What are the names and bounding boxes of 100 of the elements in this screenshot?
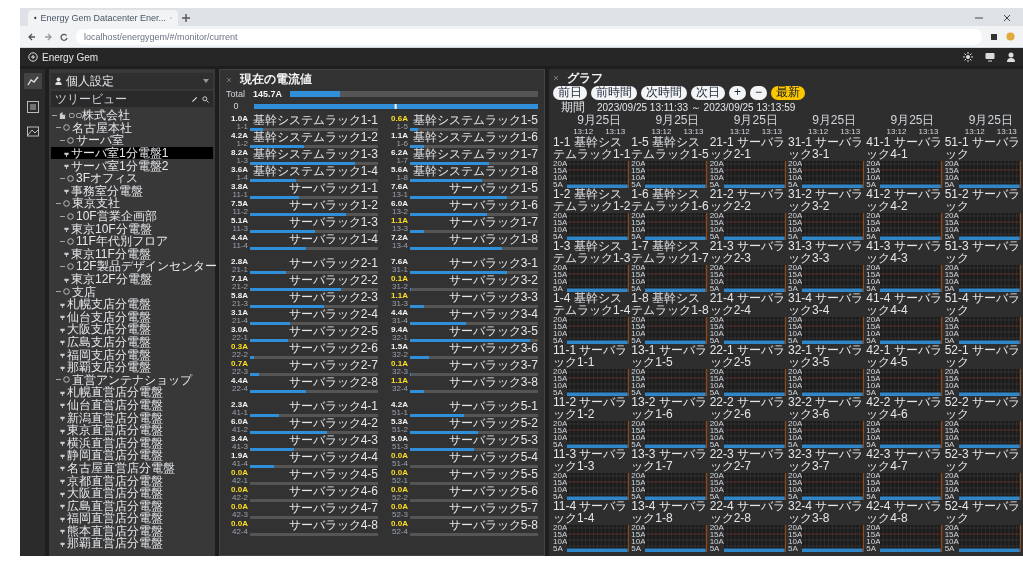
current-value: 1.9A <box>231 451 248 460</box>
tree-item[interactable]: 東京11F分電盤 <box>51 247 213 261</box>
tree-item[interactable]: 東京直営店分電盤 <box>51 423 213 437</box>
tree-item[interactable]: 静岡直営店分電盤 <box>51 449 213 462</box>
new-tab-icon[interactable] <box>182 14 190 22</box>
axis-tick: 5A <box>944 494 956 500</box>
circuit-number: 52-1 <box>392 476 408 485</box>
panel-title: 現在の電流値 <box>240 73 312 86</box>
circuit-name: サーバラック4-5 <box>287 468 378 480</box>
chart-plot <box>567 421 630 448</box>
sun-icon[interactable] <box>963 52 973 62</box>
axis-tick: 10A <box>788 539 802 545</box>
tree-item[interactable]: 事務室分電盤 <box>51 184 213 198</box>
range-button[interactable]: − <box>750 85 768 100</box>
current-value: 7.6A <box>391 182 408 191</box>
plug-icon <box>60 477 65 484</box>
range-button[interactable]: + <box>729 85 746 100</box>
range-button[interactable]: 前時間 <box>591 85 637 100</box>
tree-item[interactable]: 直営アンテナショップ <box>51 373 213 387</box>
tree-item[interactable]: 福岡直営店分電盤 <box>51 512 213 525</box>
address-bar[interactable]: localhost/energygem/#/monitor/current <box>76 28 982 45</box>
axis-tick: 10A <box>866 435 881 441</box>
axis-tick: 20A <box>788 161 802 167</box>
forward-icon[interactable] <box>44 32 52 41</box>
tree-item[interactable]: 東京12F分電盤 <box>51 272 213 286</box>
tree-item[interactable]: 支店 <box>51 285 213 298</box>
axis-tick: 20A <box>631 525 646 531</box>
axis-tick: 10A <box>631 175 646 181</box>
chart-title: 31-3 サーバラック3-3 <box>788 240 865 265</box>
image-icon[interactable] <box>26 125 39 137</box>
monitor-icon[interactable] <box>985 52 995 62</box>
range-button[interactable]: 最新 <box>771 85 806 100</box>
reload-icon[interactable] <box>60 32 68 41</box>
profile-dropdown[interactable]: 個人設定 <box>51 73 213 89</box>
chart-icon[interactable] <box>23 73 42 89</box>
tree-item[interactable]: 仙台直営店分電盤 <box>51 398 213 412</box>
circuit-name: サーバラック3-8 <box>447 376 538 388</box>
circuit-number: 42-1 <box>232 476 248 485</box>
tree-item[interactable]: 3Fオフィス <box>51 171 213 185</box>
current-value: 0.0A <box>391 502 408 511</box>
time-label: 13:12 <box>808 127 829 136</box>
axis-tick: 10A <box>788 331 802 337</box>
axis-tick: 5A <box>788 442 799 448</box>
tree-item[interactable]: 名古屋本社 <box>51 121 213 135</box>
tree-item[interactable]: ○○株式会社 <box>51 109 213 122</box>
tree-item[interactable]: 那覇支店分電盤 <box>51 360 213 374</box>
axis-tick: 10A <box>709 227 724 233</box>
range-button[interactable]: 次日 <box>691 85 725 100</box>
tree-item[interactable]: サーバ室1分電盤2 <box>51 159 213 172</box>
tree-item[interactable]: 札幌直営店分電盤 <box>51 386 213 399</box>
chart-title: 52-4 サーバラック <box>944 500 1021 525</box>
pencil-icon[interactable] <box>191 95 198 103</box>
tree-item[interactable]: 10F営業企画部 <box>51 209 213 223</box>
chart-plot <box>723 369 786 396</box>
circuit-number: 51-3 <box>392 442 408 451</box>
circuit-name: 基幹システムラック1-8 <box>411 165 538 177</box>
axis-tick: 10A <box>631 331 646 337</box>
tree-item[interactable]: 仙台支店分電盤 <box>51 310 213 324</box>
axis-tick: 5A <box>788 494 799 500</box>
tree-item[interactable]: 札幌支店分電盤 <box>51 297 213 311</box>
extension-icon[interactable] <box>990 32 998 41</box>
collapse-icon[interactable] <box>553 75 559 81</box>
collapse-icon[interactable] <box>226 76 232 83</box>
chart-plot <box>645 421 708 448</box>
tree-item[interactable]: サーバ室 <box>51 134 213 147</box>
range-button[interactable]: 前日 <box>553 85 587 100</box>
circuit-name: サーバラック1-7 <box>447 216 538 228</box>
tree-item[interactable]: 広島直営店分電盤 <box>51 499 213 512</box>
axis-tick: 5A <box>709 182 721 188</box>
chart-plot <box>567 213 630 240</box>
tree-item[interactable]: 東京支社 <box>51 197 213 210</box>
tree-item[interactable]: 那覇直営店分電盤 <box>51 537 213 550</box>
close-icon[interactable] <box>1003 14 1011 22</box>
circuit-name: サーバラック4-6 <box>287 485 378 497</box>
chart-title: 1-8 基幹システムラック1-8 <box>631 292 710 317</box>
tree-item[interactable]: 大阪支店分電盤 <box>51 323 213 336</box>
tree-item[interactable]: 広島支店分電盤 <box>51 335 213 349</box>
back-icon[interactable] <box>28 32 36 41</box>
chart-title: 13-2 サーバラック1-6 <box>631 396 708 421</box>
circuit-number: 22-3 <box>232 367 248 376</box>
tree-item[interactable]: 京都直営店分電盤 <box>51 474 213 487</box>
tree-item[interactable]: 東京10F分電盤 <box>51 222 213 235</box>
list-icon[interactable] <box>26 101 39 113</box>
tree-item[interactable]: サーバ室1分電盤1 <box>51 146 213 160</box>
axis-tick: 10A <box>944 331 959 337</box>
tree-item[interactable]: 11F年代別フロア <box>51 234 213 248</box>
tree-item[interactable]: 熊本直営店分電盤 <box>51 524 213 538</box>
axis-tick: 10A <box>788 227 802 233</box>
user-icon[interactable] <box>1007 52 1015 62</box>
tree-item[interactable]: 大阪直営店分電盤 <box>51 486 213 500</box>
tree-item[interactable]: 名古屋直営店分電盤 <box>51 461 213 475</box>
browser-tab[interactable]: Energy Gem Datacenter Ener... <box>28 10 178 26</box>
search-icon[interactable] <box>202 95 209 103</box>
time-label: 13:12 <box>651 127 672 136</box>
tree-item[interactable]: 横浜直営店分電盤 <box>51 436 213 450</box>
tree-item[interactable]: 福岡支店分電盤 <box>51 348 213 361</box>
tree-item[interactable]: 新潟直営店分電盤 <box>51 411 213 424</box>
current-value: 5.3A <box>391 417 408 426</box>
range-button[interactable]: 次時間 <box>641 85 687 100</box>
circuit-number: 13-2 <box>392 207 408 216</box>
